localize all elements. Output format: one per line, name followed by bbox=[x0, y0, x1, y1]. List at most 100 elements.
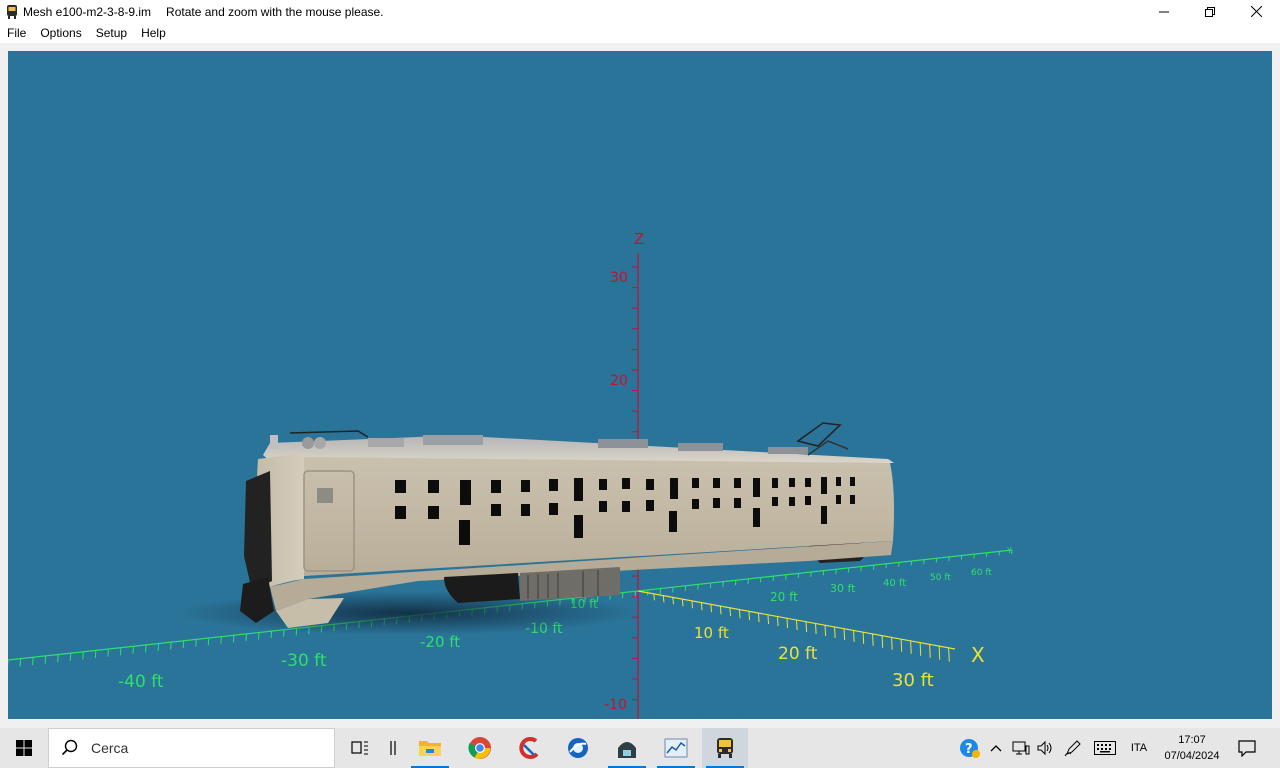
y-axis-tick bbox=[270, 631, 273, 639]
menu-file[interactable]: File bbox=[0, 23, 33, 43]
y-axis-tick bbox=[734, 580, 737, 586]
y-axis-tick bbox=[19, 658, 22, 667]
input-language[interactable]: ITA bbox=[1126, 728, 1152, 768]
y-axis-tick bbox=[157, 643, 160, 651]
chrome-button[interactable] bbox=[457, 728, 503, 768]
y-axis-tick bbox=[258, 632, 260, 640]
y-axis-tick bbox=[885, 563, 887, 569]
y-axis-tick bbox=[935, 558, 938, 563]
y-tick-neg20: -20 ft bbox=[420, 633, 460, 651]
x-axis-tick bbox=[767, 614, 770, 625]
y-tick-neg30: -30 ft bbox=[281, 651, 327, 671]
train-app-icon bbox=[717, 738, 733, 758]
y-axis-tick bbox=[245, 633, 247, 641]
y-axis-tick bbox=[797, 573, 800, 579]
y-axis-tick bbox=[709, 582, 712, 589]
x-axis-tick bbox=[729, 607, 732, 617]
y-axis-tick bbox=[220, 636, 222, 644]
y-axis-tick bbox=[659, 588, 662, 594]
x-axis-tick bbox=[653, 593, 655, 601]
y-tick-40: 40 ft bbox=[883, 578, 906, 589]
chart-app-button[interactable] bbox=[653, 728, 699, 768]
notifications-button[interactable] bbox=[1234, 728, 1260, 768]
y-axis-tick bbox=[684, 585, 687, 592]
chrome-icon bbox=[468, 737, 491, 759]
app-blue-icon bbox=[568, 738, 588, 758]
y-axis-tick bbox=[621, 592, 624, 599]
x-axis-tick bbox=[748, 611, 751, 621]
ccleaner-button[interactable] bbox=[507, 728, 553, 768]
start-button[interactable] bbox=[0, 728, 48, 768]
x-axis-tick bbox=[672, 597, 674, 605]
train-app-icon bbox=[7, 4, 17, 19]
help-tray-button[interactable]: ? bbox=[958, 728, 982, 768]
search-icon bbox=[61, 739, 78, 756]
y-tick-neg40: -40 ft bbox=[118, 672, 164, 692]
x-axis-tick bbox=[796, 619, 798, 631]
show-hidden-icons-button[interactable] bbox=[987, 728, 1005, 768]
x-axis-tick bbox=[786, 618, 789, 629]
blue-app-button[interactable] bbox=[555, 728, 601, 768]
search-input[interactable] bbox=[89, 739, 313, 757]
x-axis: 10 ft 20 ft 30 ft X bbox=[637, 590, 985, 691]
y-axis-tick bbox=[923, 559, 925, 565]
x-axis-tick bbox=[662, 595, 665, 603]
window-title: Mesh e100-m2-3-8-9.im bbox=[23, 4, 152, 19]
pen-icon bbox=[1064, 740, 1081, 757]
x-axis-tick bbox=[738, 609, 741, 619]
x-axis-tick bbox=[910, 640, 912, 654]
y-axis-tick bbox=[132, 646, 134, 654]
x-axis-tick bbox=[891, 637, 893, 650]
z-axis-label: Z bbox=[634, 230, 644, 248]
y-axis-tick bbox=[145, 644, 147, 653]
task-view-icon bbox=[351, 741, 368, 755]
clock-date: 07/04/2024 bbox=[1164, 750, 1220, 762]
windows-logo-icon bbox=[16, 740, 32, 756]
clock-time: 17:07 bbox=[1178, 734, 1206, 746]
volume-tray-button[interactable] bbox=[1034, 728, 1056, 768]
y-axis-tick bbox=[810, 571, 812, 577]
menu-setup[interactable]: Setup bbox=[89, 23, 134, 43]
ccleaner-icon bbox=[519, 737, 539, 759]
chevron-up-icon bbox=[990, 745, 1002, 752]
file-explorer-button[interactable] bbox=[407, 728, 453, 768]
close-button[interactable] bbox=[1233, 0, 1279, 23]
restore-button[interactable] bbox=[1187, 0, 1233, 23]
dark-app-button[interactable] bbox=[604, 728, 650, 768]
x-axis-tick bbox=[681, 599, 684, 607]
y-tick-20: 20 ft bbox=[770, 590, 798, 604]
y-axis-tick bbox=[847, 567, 850, 573]
menu-help[interactable]: Help bbox=[134, 23, 173, 43]
x-axis-tick bbox=[805, 621, 808, 633]
y-axis-tick bbox=[785, 574, 787, 580]
taskbar-clock[interactable]: 17:07 07/04/2024 bbox=[1158, 728, 1226, 768]
x-axis-label: X bbox=[971, 643, 985, 667]
y-axis-tick bbox=[872, 565, 875, 570]
y-axis-tick bbox=[195, 639, 197, 647]
y-axis-tick bbox=[182, 640, 185, 649]
x-axis-tick bbox=[815, 623, 817, 634]
network-tray-button[interactable] bbox=[1010, 728, 1032, 768]
y-axis-tick bbox=[232, 635, 235, 643]
y-axis-tick bbox=[119, 647, 122, 656]
pen-tray-button[interactable] bbox=[1062, 728, 1084, 768]
minimize-button[interactable] bbox=[1141, 0, 1187, 23]
y-axis-tick bbox=[960, 555, 963, 560]
y-axis-tick bbox=[835, 569, 837, 575]
z-tick-20: 20 bbox=[610, 373, 628, 389]
menu-options[interactable]: Options bbox=[33, 23, 88, 43]
x-tick-10: 10 ft bbox=[694, 624, 729, 642]
y-axis-tick bbox=[822, 570, 825, 576]
y-axis-tick bbox=[772, 576, 775, 582]
title-bar: Mesh e100-m2-3-8-9.im Rotate and zoom wi… bbox=[0, 0, 1280, 23]
keyboard-tray-button[interactable] bbox=[1092, 728, 1118, 768]
scene-svg: Z 30 20 -10 -40 ft -30 ft -20 ft -10 ft … bbox=[8, 230, 1013, 719]
y-axis-tick bbox=[634, 591, 636, 597]
svg-text:?: ? bbox=[965, 742, 973, 757]
close-icon bbox=[1250, 6, 1262, 17]
taskbar-search-box[interactable] bbox=[48, 728, 335, 768]
3d-viewport[interactable]: Z 30 20 -10 -40 ft -30 ft -20 ft -10 ft … bbox=[8, 51, 1272, 719]
y-axis-tick bbox=[760, 577, 762, 583]
y-tick-50: 50 ft bbox=[930, 573, 951, 583]
train-app-button[interactable] bbox=[702, 728, 748, 768]
